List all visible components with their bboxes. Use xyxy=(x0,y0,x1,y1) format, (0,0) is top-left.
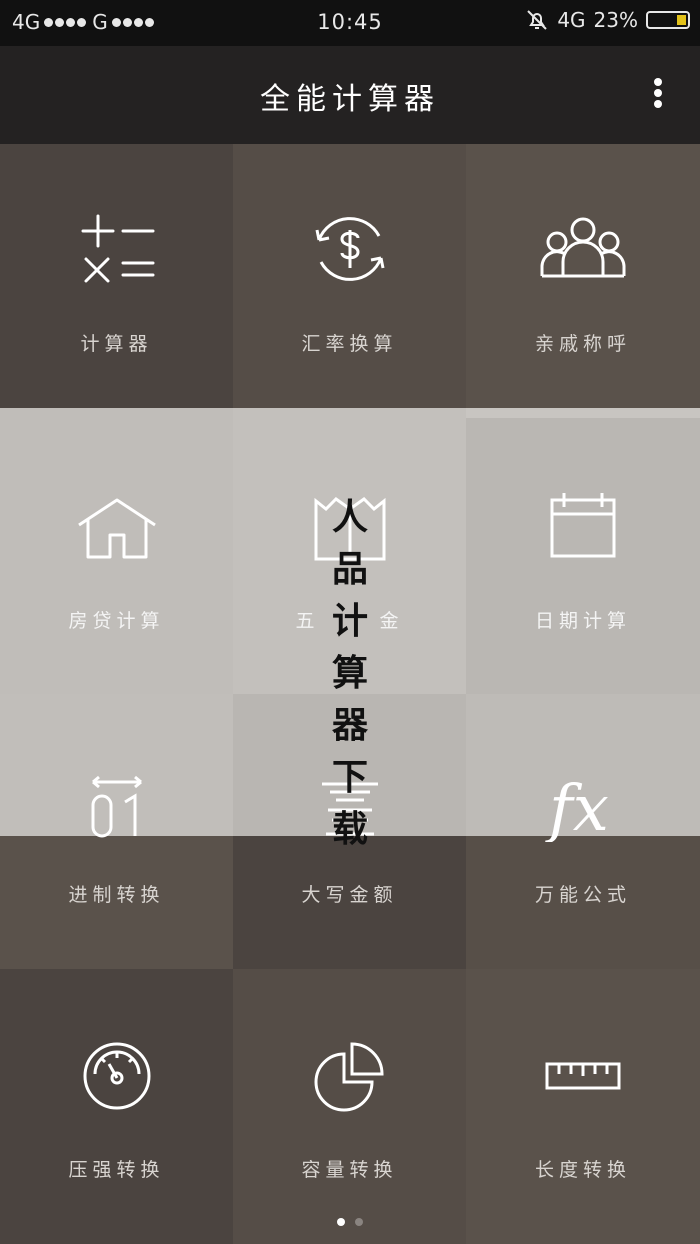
family-icon xyxy=(540,217,626,278)
tile-calculator[interactable]: 计算器 xyxy=(0,144,233,408)
tile-length[interactable]: 长度转换 xyxy=(466,969,700,1244)
overlay-edge xyxy=(466,408,700,418)
calculator-icon xyxy=(81,214,154,283)
tile-currency-exchange[interactable]: 汇率换算 xyxy=(233,144,466,408)
page-dot[interactable] xyxy=(355,1218,363,1226)
tile-pressure[interactable]: 压强转换 xyxy=(0,969,233,1244)
tile-mortgage[interactable]: 房贷计算 xyxy=(0,408,233,694)
battery-icon xyxy=(646,11,690,29)
svg-text:fx: fx xyxy=(545,772,609,842)
tile-label: 房贷计算 xyxy=(68,610,165,632)
tile-volume[interactable]: 容量转换 xyxy=(233,969,466,1244)
tile-label: 大写金额 xyxy=(301,884,398,906)
currency-exchange-icon xyxy=(315,217,384,281)
status-bar: 4G G 10:45 4G 23% xyxy=(0,0,700,46)
more-menu-icon[interactable] xyxy=(652,78,664,114)
battery-fill xyxy=(677,15,686,25)
tile-label: 压强转换 xyxy=(68,1159,165,1181)
status-icons: 4G 23% xyxy=(525,8,690,32)
formula-fx-icon: fx xyxy=(545,772,609,842)
network-type-label: 4G xyxy=(557,8,586,32)
tile-label: 日期计算 xyxy=(534,610,631,632)
tile-family[interactable]: 亲戚称呼 xyxy=(466,144,700,408)
battery-percent: 23% xyxy=(593,8,638,32)
house-icon xyxy=(77,498,156,559)
page-dot-active[interactable] xyxy=(337,1218,345,1226)
tile-date[interactable]: 日期计算 xyxy=(466,418,700,694)
app-bar: 全能计算器 xyxy=(0,46,700,144)
tile-base-conversion[interactable]: 进制转换 xyxy=(0,694,233,969)
ruler-icon xyxy=(545,1062,621,1090)
tile-formula[interactable]: fx 万能公式 xyxy=(466,694,700,969)
ad-overlay-text: 人 品 计 算 器 下 载 xyxy=(331,497,368,850)
pressure-gauge-icon xyxy=(83,1042,150,1110)
tile-label: 汇率换算 xyxy=(301,333,398,355)
tile-label: 亲戚称呼 xyxy=(534,333,631,355)
bell-muted-icon xyxy=(527,10,548,30)
binary-icon xyxy=(91,775,142,838)
tile-label: 容量转换 xyxy=(301,1159,398,1181)
tile-label: 长度转换 xyxy=(534,1159,631,1181)
pie-chart-icon xyxy=(314,1042,384,1112)
tile-label: 进制转换 xyxy=(68,884,165,906)
tile-label: 计算器 xyxy=(80,333,153,355)
calendar-icon xyxy=(550,493,616,558)
page-title: 全能计算器 xyxy=(260,82,440,117)
tile-label: 万能公式 xyxy=(534,884,631,906)
page-indicator xyxy=(0,1218,700,1226)
